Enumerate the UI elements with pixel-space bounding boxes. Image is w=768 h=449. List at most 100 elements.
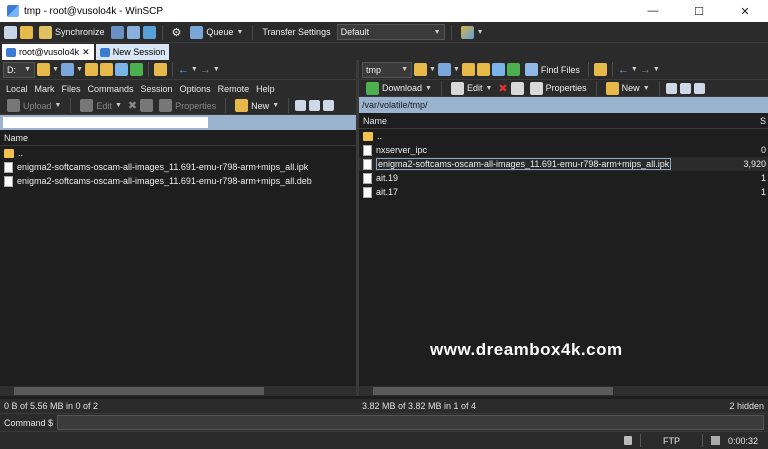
sites-button[interactable]: ▼	[458, 23, 487, 41]
edit-button[interactable]: Edit ▼	[448, 79, 495, 97]
transfer-settings-select[interactable]: Default ▼	[336, 24, 445, 40]
queue-button[interactable]: Queue ▼	[187, 23, 246, 41]
tab-session[interactable]: root@vusolo4k ✕	[2, 44, 94, 60]
remote-hscrollbar[interactable]	[359, 386, 768, 396]
list-item[interactable]: enigma2-softcams-oscam-all-images_11.691…	[0, 174, 356, 188]
menu-item-files[interactable]: Files	[62, 84, 81, 94]
forward-arrow-icon[interactable]: →	[640, 64, 651, 76]
bookmark-icon[interactable]	[153, 63, 167, 76]
local-column-header[interactable]: Name	[0, 130, 356, 146]
toolbar-separator	[658, 80, 660, 96]
menu-item-remote[interactable]: Remote	[218, 84, 250, 94]
refresh-icon[interactable]	[506, 63, 520, 76]
remote-path[interactable]: /var/volatile/tmp/	[359, 97, 768, 113]
list-item[interactable]: ait.17 1	[359, 185, 768, 199]
select-all-icon[interactable]	[665, 82, 677, 94]
local-path[interactable]	[0, 115, 356, 130]
find-files-button[interactable]: Find Files	[522, 61, 583, 79]
status-divider	[639, 434, 641, 447]
home-icon[interactable]	[114, 63, 128, 76]
column-name[interactable]: Name	[4, 133, 28, 143]
local-hscrollbar[interactable]	[0, 386, 356, 396]
menu-item-mark[interactable]: Mark	[35, 84, 55, 94]
properties-icon	[159, 99, 173, 112]
rename-icon[interactable]	[510, 81, 524, 95]
parent-dir-icon[interactable]	[461, 63, 475, 76]
filter-mask-icon[interactable]	[693, 82, 705, 94]
sync-dirs-icon[interactable]	[126, 25, 140, 39]
queue-icon	[190, 25, 204, 39]
tab-new-session[interactable]: New Session	[95, 44, 170, 60]
list-item-selected[interactable]: enigma2-softcams-oscam-all-images_11.691…	[359, 157, 768, 171]
maximize-button[interactable]: ☐	[676, 0, 722, 22]
watermark-text: www.dreambox4k.com	[430, 340, 623, 359]
refresh-icon[interactable]	[129, 63, 143, 76]
synchronize-button[interactable]: Synchronize	[36, 23, 108, 41]
column-name[interactable]: Name	[363, 116, 387, 126]
upload-button[interactable]: Upload ▼	[4, 97, 64, 115]
gear-icon: ⚙	[171, 26, 182, 39]
delete-icon[interactable]: ✖	[498, 82, 507, 95]
chevron-down-icon: ▼	[652, 66, 660, 73]
scroll-thumb[interactable]	[373, 387, 613, 395]
menu-item-session[interactable]: Session	[141, 84, 173, 94]
home-icon[interactable]	[491, 63, 505, 76]
unselect-icon[interactable]	[309, 100, 321, 111]
properties-button[interactable]: Properties	[156, 97, 219, 115]
new-folder-icon	[605, 81, 619, 95]
local-drive-select[interactable]: D: ▼	[3, 61, 35, 78]
bookmark-icon[interactable]	[593, 63, 607, 76]
remote-column-header[interactable]: Name S	[359, 113, 768, 129]
close-window-button[interactable]: ✕	[722, 0, 768, 22]
hidden-count[interactable]: 2 hidden	[729, 401, 764, 411]
menu-item-local[interactable]: Local	[6, 84, 28, 94]
new-button[interactable]: New ▼	[603, 79, 653, 97]
list-item[interactable]: ..	[359, 129, 768, 143]
filter-mask-icon[interactable]	[323, 100, 335, 111]
properties-button[interactable]: Properties	[527, 79, 590, 97]
select-all-icon[interactable]	[295, 100, 307, 111]
chevron-down-icon: ▼	[52, 66, 59, 73]
remote-dir-select[interactable]: tmp ▼	[362, 61, 412, 78]
parent-dir-icon[interactable]	[84, 63, 98, 76]
back-arrow-icon[interactable]: ←	[178, 64, 189, 76]
terminal-icon[interactable]	[142, 25, 156, 39]
toolbar-separator	[225, 98, 227, 113]
unselect-icon[interactable]	[679, 82, 691, 94]
list-item[interactable]: enigma2-softcams-oscam-all-images_11.691…	[0, 160, 356, 174]
new-button[interactable]: New ▼	[232, 97, 282, 115]
toolbar-separator	[147, 62, 149, 77]
menu-item-commands[interactable]: Commands	[88, 84, 134, 94]
back-arrow-icon[interactable]: ←	[618, 64, 629, 76]
edit-button[interactable]: Edit ▼	[77, 97, 124, 115]
toolbar-separator	[252, 24, 254, 40]
list-item[interactable]: ait.19 1	[359, 171, 768, 185]
root-dir-icon[interactable]	[476, 63, 490, 76]
chevron-down-icon: ▼	[401, 66, 408, 73]
open-folder-icon[interactable]	[37, 63, 50, 76]
menu-item-options[interactable]: Options	[180, 84, 211, 94]
rename-icon[interactable]	[140, 99, 154, 112]
remote-path-text: /var/volatile/tmp/	[362, 100, 428, 110]
open-folder-icon[interactable]	[414, 63, 427, 76]
list-item[interactable]: ..	[0, 146, 356, 160]
scroll-thumb[interactable]	[14, 387, 264, 395]
forward-arrow-icon[interactable]: →	[200, 64, 211, 76]
compare-icon[interactable]	[110, 25, 124, 39]
menu-item-help[interactable]: Help	[256, 84, 275, 94]
grid-view-icon[interactable]	[4, 25, 17, 39]
toolbar-separator	[587, 62, 589, 77]
filter-icon[interactable]	[60, 63, 74, 76]
preferences-button[interactable]: ⚙	[169, 23, 185, 41]
chevron-down-icon: ▼	[236, 28, 244, 36]
download-button[interactable]: Download ▼	[363, 79, 435, 97]
minimize-button[interactable]: —	[630, 0, 676, 22]
filter-icon[interactable]	[437, 63, 451, 76]
list-item[interactable]: nxserver_ipc 0	[359, 143, 768, 157]
close-icon[interactable]: ✕	[82, 47, 90, 58]
sync-browse-icon[interactable]	[20, 25, 33, 39]
root-dir-icon[interactable]	[99, 63, 113, 76]
delete-icon[interactable]: ✖	[128, 99, 137, 112]
column-size[interactable]: S	[760, 116, 766, 126]
command-input[interactable]	[57, 415, 764, 430]
